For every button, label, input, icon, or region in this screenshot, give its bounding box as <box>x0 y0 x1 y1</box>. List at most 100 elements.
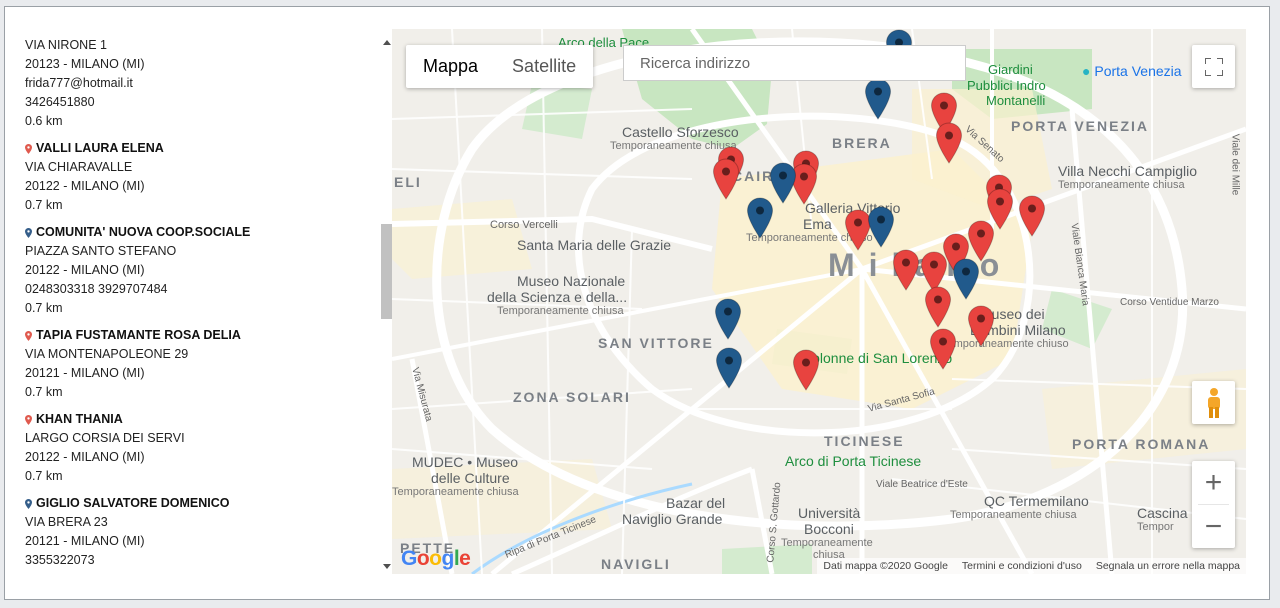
list-item-line: 20123 - MILANO (MI) <box>25 57 145 71</box>
list-item-line: LARGO CORSIA DEI SERVI <box>25 431 185 445</box>
map-marker-blue[interactable] <box>952 258 980 300</box>
map-label: ELI <box>394 174 422 190</box>
list-item-line: 0.7 km <box>25 385 63 399</box>
map-label: PORTA ROMANA <box>1072 436 1211 452</box>
list-item-line: 20122 - MILANO (MI) <box>25 179 145 193</box>
map-label: MUDEC • Museo <box>412 454 519 470</box>
map-pin-icon <box>25 330 32 341</box>
map-view[interactable]: Arco della Pace Giardini Pubblici Indro … <box>392 29 1246 574</box>
map-label-text: Porta Venezia <box>1094 63 1182 79</box>
list-item[interactable]: COMUNITA' NUOVA COOP.SOCIALE PIAZZA SANTO… <box>25 223 379 318</box>
map-type-satellite-button[interactable]: Satellite <box>495 45 593 88</box>
map-label: Bazar del <box>666 495 726 511</box>
list-item-name-text: VALLI LAURA ELENA <box>36 141 164 155</box>
zoom-out-button[interactable]: − <box>1192 505 1235 548</box>
report-error-link[interactable]: Segnala un errore nella mappa <box>1096 560 1240 572</box>
street-view-pegman[interactable] <box>1192 381 1235 424</box>
map-marker-blue[interactable] <box>867 206 895 248</box>
map-label: PORTA VENEZIA <box>1011 118 1150 134</box>
map-marker-icon <box>924 286 952 328</box>
google-logo[interactable]: Google <box>401 547 471 571</box>
map-marker-icon <box>929 328 957 370</box>
list-item-name[interactable]: KHAN THANIA <box>25 410 379 429</box>
map-marker-blue[interactable] <box>746 197 774 239</box>
list-item-line: 20122 - MILANO (MI) <box>25 450 145 464</box>
map-label: Temporaneamente chiuso <box>942 338 1069 350</box>
map-marker-blue[interactable] <box>864 78 892 120</box>
map-label: BRERA <box>832 135 892 151</box>
map-label: Giardini <box>988 62 1033 77</box>
map-marker-red[interactable] <box>929 328 957 370</box>
list-item-name-text: GIGLIO SALVATORE DOMENICO <box>36 496 230 510</box>
map-label: QC Termemilano <box>984 493 1089 509</box>
map-label: Santa Maria delle Grazie <box>517 237 672 253</box>
list-item-name[interactable]: COMUNITA' NUOVA COOP.SOCIALE <box>25 223 379 242</box>
map-label: TICINESE <box>824 433 905 449</box>
list-item-line: frida777@hotmail.it <box>25 76 133 90</box>
map-marker-blue[interactable] <box>714 298 742 340</box>
map-marker-red[interactable] <box>712 158 740 200</box>
list-item-name-text: KHAN THANIA <box>36 412 123 426</box>
map-marker-red[interactable] <box>924 286 952 328</box>
map-marker-red[interactable] <box>792 349 820 391</box>
map-label: Temporaneamente chiusa <box>950 509 1077 521</box>
list-item-line: 20121 - MILANO (MI) <box>25 534 145 548</box>
map-marker-icon <box>935 122 963 164</box>
list-item-name[interactable]: VALLI LAURA ELENA <box>25 139 379 158</box>
logo-letter: e <box>459 547 471 570</box>
map-label: Corso Vercelli <box>490 219 558 231</box>
zoom-in-button[interactable]: + <box>1192 461 1235 504</box>
list-item-line: 3355322073 <box>25 553 95 567</box>
map-label: ZONA SOLARI <box>513 389 631 405</box>
map-label: Ema <box>803 216 832 232</box>
map-type-map-button[interactable]: Mappa <box>406 45 495 88</box>
map-label: Museo Nazionale <box>517 273 626 289</box>
map-type-control: Mappa Satellite <box>406 45 594 88</box>
map-pin-icon <box>25 143 32 154</box>
map-marker-icon <box>715 347 743 389</box>
address-search-input[interactable] <box>623 45 966 81</box>
map-label: Temporaneamente chiusa <box>1058 179 1185 191</box>
map-attribution: Dati mappa ©2020 Google Termini e condiz… <box>817 558 1246 574</box>
map-label: NAVIGLI <box>601 556 671 572</box>
map-marker-blue[interactable] <box>715 347 743 389</box>
list-item[interactable]: VIA NIRONE 1 20123 - MILANO (MI) frida777@… <box>25 36 379 131</box>
map-label: Temporaneamente chiusa <box>392 486 519 498</box>
results-list: VIA NIRONE 1 20123 - MILANO (MI) frida777@… <box>25 36 379 573</box>
map-marker-red[interactable] <box>967 220 995 262</box>
map-marker-red[interactable] <box>935 122 963 164</box>
list-item-name[interactable]: TAPIA FUSTAMANTE ROSA DELIA <box>25 326 379 345</box>
list-item-line: 0.7 km <box>25 198 63 212</box>
map-marker-icon <box>714 298 742 340</box>
list-item-line: 0.7 km <box>25 301 63 315</box>
terms-link[interactable]: Termini e condizioni d'uso <box>962 560 1082 572</box>
list-item-name[interactable]: GIGLIO SALVATORE DOMENICO <box>25 494 379 513</box>
scroll-down-arrow[interactable] <box>383 564 391 569</box>
map-marker-icon <box>967 305 995 347</box>
map-marker-red[interactable] <box>892 249 920 291</box>
fullscreen-button[interactable] <box>1192 45 1235 88</box>
map-label: Tempor <box>1137 521 1174 533</box>
map-marker-red[interactable] <box>1018 195 1046 237</box>
metro-icon: ● <box>1082 63 1095 79</box>
list-item[interactable]: KHAN THANIA LARGO CORSIA DEI SERVI 20122 -… <box>25 410 379 486</box>
logo-letter: G <box>401 547 417 570</box>
list-item[interactable]: TAPIA FUSTAMANTE ROSA DELIA VIA MONTENAPO… <box>25 326 379 402</box>
list-item[interactable]: VALLI LAURA ELENA VIA CHIARAVALLE 20122 - … <box>25 139 379 215</box>
list-item-name-text: TAPIA FUSTAMANTE ROSA DELIA <box>36 328 241 342</box>
map-label: Pubblici Indro <box>967 78 1046 93</box>
scroll-up-arrow[interactable] <box>383 40 391 45</box>
map-marker-red[interactable] <box>967 305 995 347</box>
map-label: Montanelli <box>986 93 1046 108</box>
fullscreen-icon <box>1204 57 1223 76</box>
map-label: Arco di Porta Ticinese <box>785 453 922 469</box>
map-label: Cascina <box>1137 505 1188 521</box>
list-item-line: 0.7 km <box>25 469 63 483</box>
map-label: Bocconi <box>804 521 854 537</box>
pegman-icon <box>1207 387 1220 418</box>
list-item[interactable]: GIGLIO SALVATORE DOMENICO VIA BRERA 23 201… <box>25 494 379 570</box>
map-marker-icon <box>712 158 740 200</box>
map-label: Castello Sforzesco <box>622 124 739 140</box>
list-item-line: VIA BRERA 23 <box>25 515 108 529</box>
list-item-line: 3426451880 <box>25 95 95 109</box>
